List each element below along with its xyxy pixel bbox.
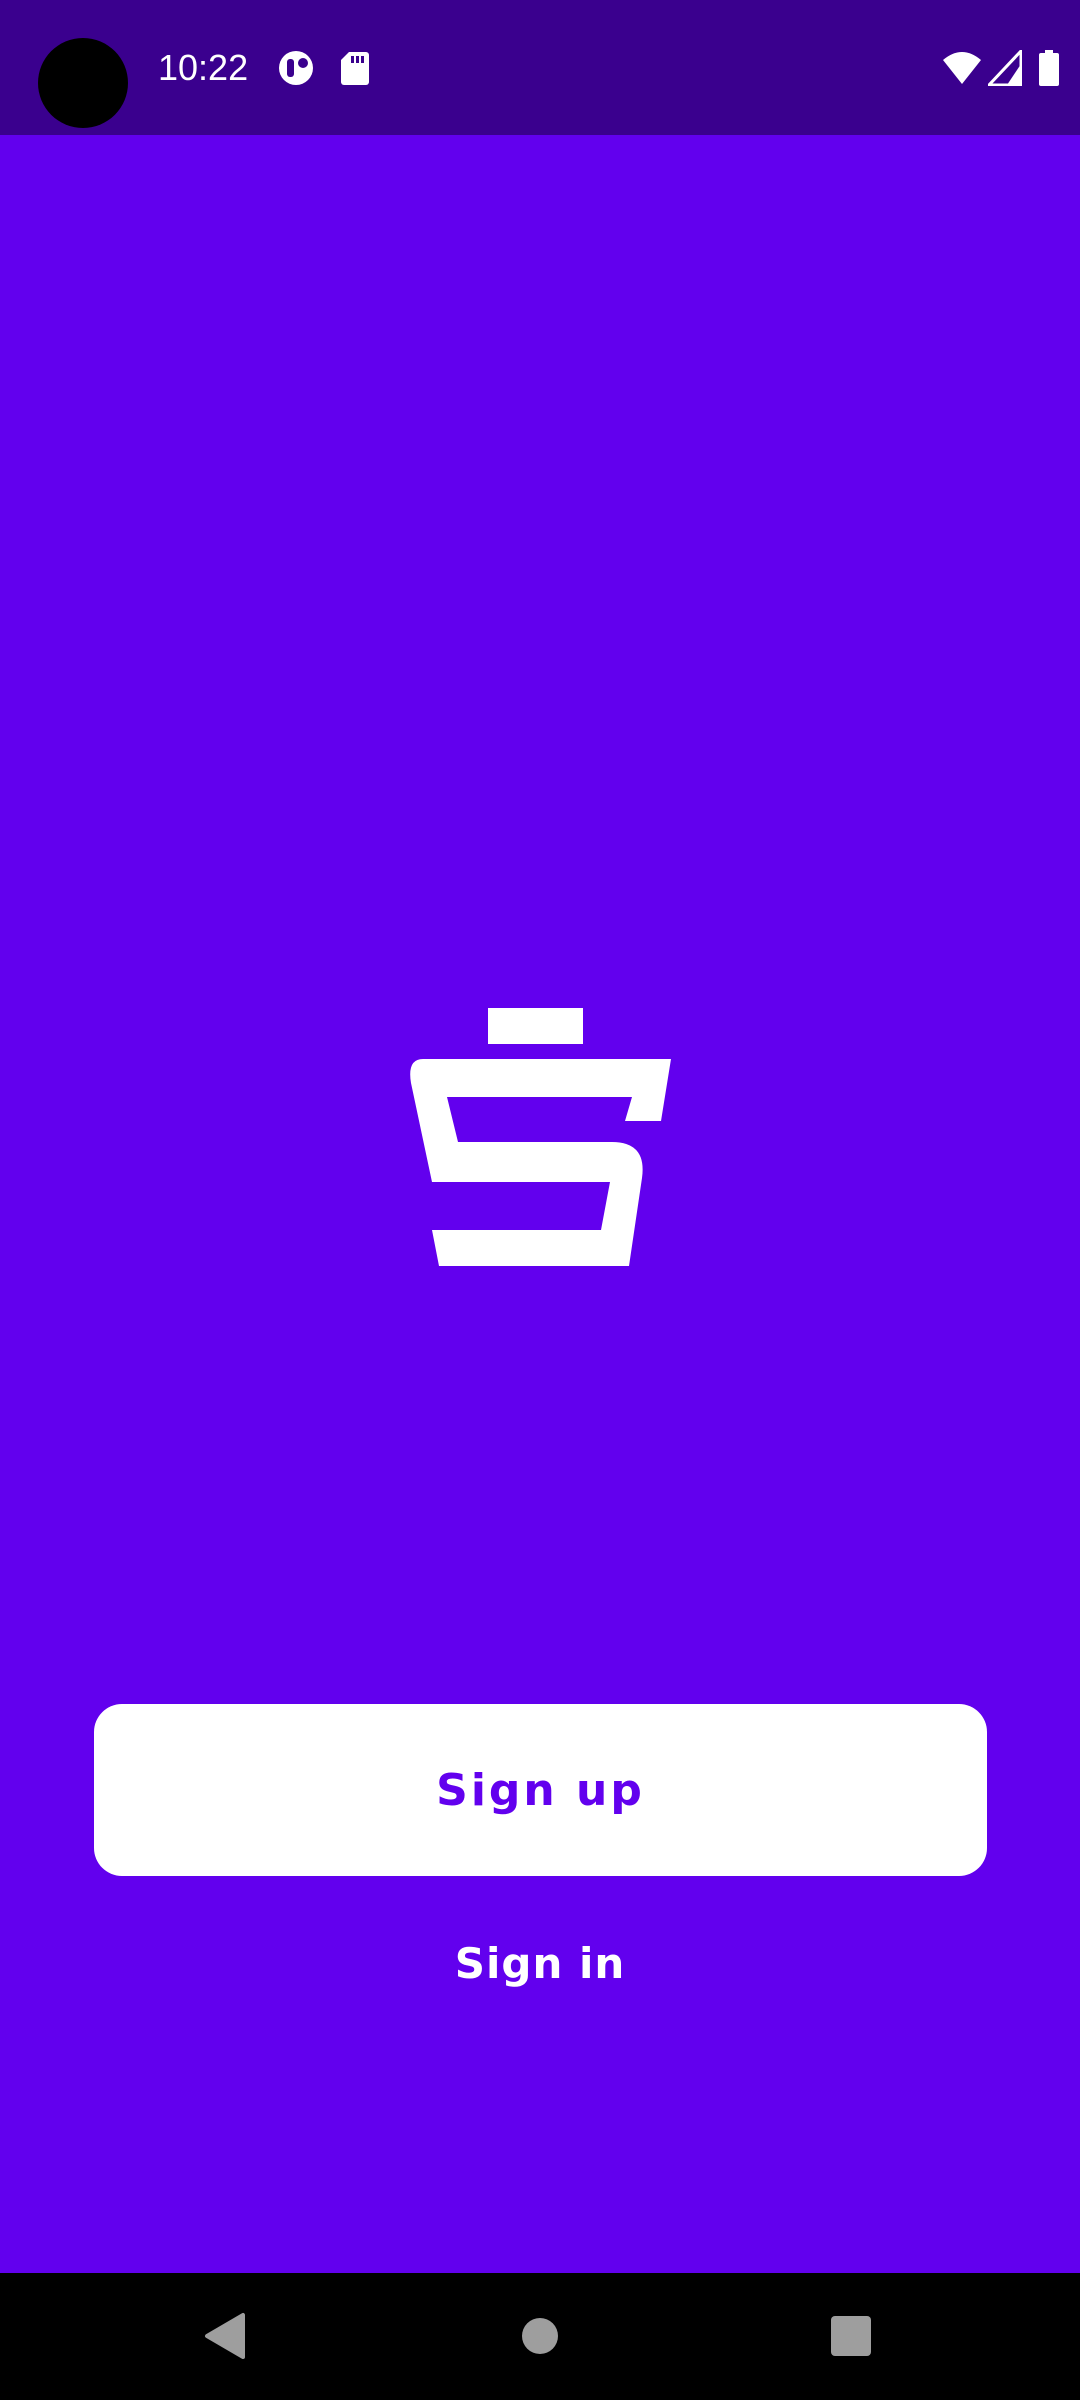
sd-card-icon bbox=[340, 50, 370, 86]
sign-in-label: Sign in bbox=[454, 1938, 626, 1988]
status-bar: 10:22 bbox=[0, 0, 1080, 135]
system-nav-bar bbox=[0, 2273, 1080, 2400]
notification-app-icon bbox=[278, 50, 318, 86]
recents-icon[interactable] bbox=[818, 2303, 884, 2369]
home-icon[interactable] bbox=[507, 2303, 573, 2369]
sign-in-link[interactable]: Sign in bbox=[390, 1928, 690, 1998]
s-logo-icon bbox=[405, 1008, 675, 1266]
back-icon[interactable] bbox=[192, 2303, 258, 2369]
battery-icon bbox=[1038, 50, 1060, 86]
camera-cutout bbox=[38, 38, 128, 128]
sign-up-label: Sign up bbox=[436, 1764, 645, 1816]
welcome-screen: 10:22 Sign up Sign in bbox=[0, 0, 1080, 2400]
cell-signal-icon bbox=[988, 50, 1022, 86]
sign-up-button[interactable]: Sign up bbox=[94, 1704, 987, 1876]
wifi-icon bbox=[942, 50, 982, 86]
status-time: 10:22 bbox=[158, 47, 249, 88]
